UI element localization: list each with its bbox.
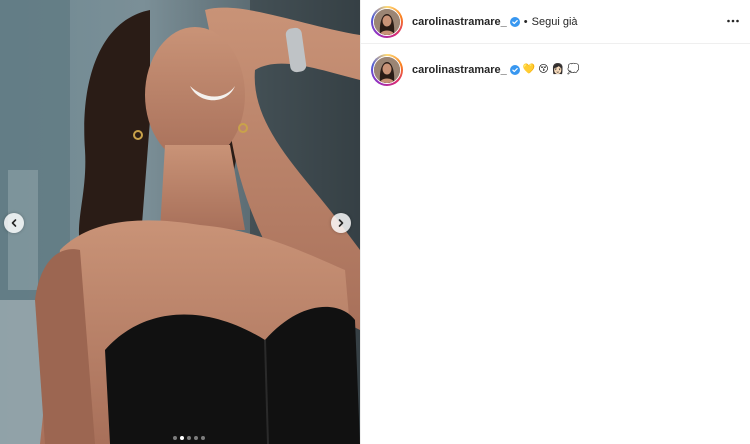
caption-username[interactable]: carolinastramare_ <box>412 64 507 76</box>
woman-emoji: 👩🏻 <box>551 64 565 75</box>
post-username[interactable]: carolinastramare_ <box>412 16 507 28</box>
yellow-heart-emoji: 💛 <box>522 64 536 75</box>
post-caption: carolinastramare_ 💛 😚 👩🏻 💭 <box>371 54 580 86</box>
verified-badge-icon <box>509 65 520 75</box>
carousel-dot <box>193 436 198 440</box>
carousel-prev-button[interactable] <box>4 213 24 233</box>
post-media[interactable] <box>0 0 360 444</box>
more-horizontal-icon[interactable] <box>726 14 740 28</box>
carousel-dot <box>186 436 191 440</box>
chevron-right-icon <box>338 219 344 227</box>
verified-badge-icon <box>509 16 520 27</box>
carousel-next-button[interactable] <box>331 213 351 233</box>
post-side-panel: carolinastramare_ • Segui già carolinast… <box>360 0 750 444</box>
thought-bubble-emoji: 💭 <box>567 64 580 75</box>
following-button[interactable]: Segui già <box>532 16 578 28</box>
instagram-post: carolinastramare_ • Segui già carolinast… <box>0 0 750 444</box>
post-photo <box>0 0 360 444</box>
carousel-dot <box>172 436 177 440</box>
avatar-image <box>374 8 400 35</box>
caption-avatar[interactable] <box>371 54 403 86</box>
carousel-dot <box>200 436 205 440</box>
carousel-dot-active <box>179 436 184 440</box>
kissing-face-emoji: 😚 <box>538 64 549 75</box>
avatar[interactable] <box>371 5 403 38</box>
separator-dot: • <box>523 15 528 28</box>
chevron-left-icon <box>11 219 17 227</box>
avatar-image <box>374 57 400 83</box>
post-header: carolinastramare_ • Segui già <box>361 0 750 44</box>
carousel-indicator <box>0 436 360 440</box>
